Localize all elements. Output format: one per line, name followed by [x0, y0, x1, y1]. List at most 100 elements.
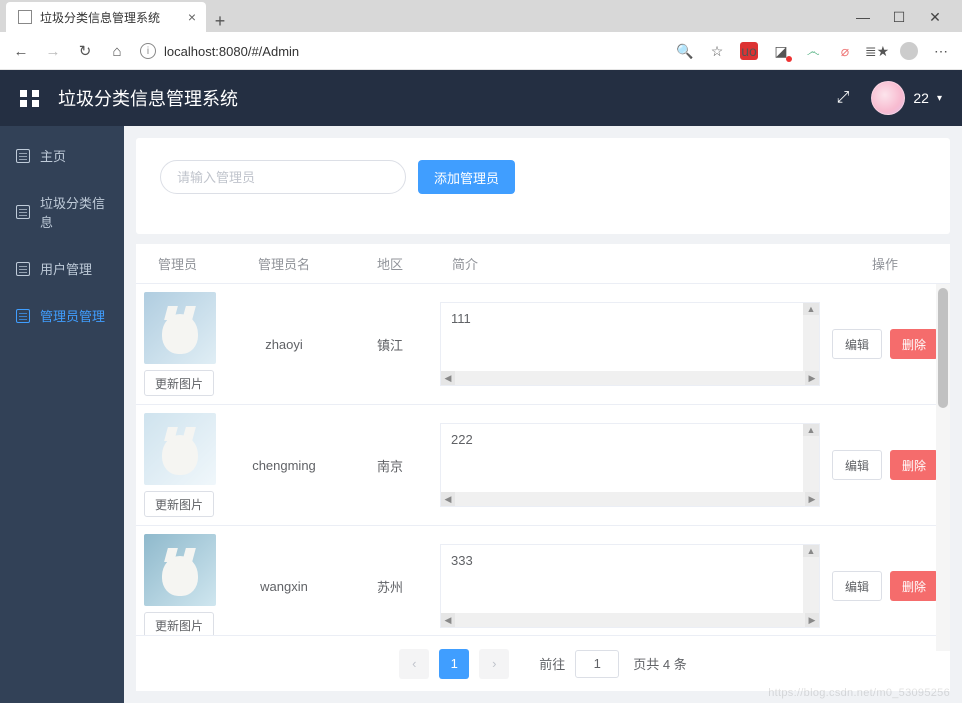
app-title: 垃圾分类信息管理系统 — [58, 85, 238, 111]
add-admin-button[interactable]: 添加管理员 — [418, 160, 515, 194]
cell-region: 镇江 — [340, 284, 440, 404]
page-icon — [18, 10, 32, 24]
th-intro: 简介 — [440, 254, 820, 273]
intro-text: 333 — [441, 545, 819, 576]
sidebar-item-users[interactable]: 用户管理 — [0, 245, 124, 292]
table-row: 更新图片 wangxin 苏州 333 ▲ ◀▶ 编辑 删除 — [136, 526, 950, 635]
scrollbar-horizontal[interactable]: ◀▶ — [441, 492, 819, 506]
address-bar: ← → ↻ ⌂ i localhost:8080/#/Admin 🔍 ☆ uo … — [0, 32, 962, 70]
toolbar-icons: 🔍 ☆ uo ◪ ෴ ⌀ ≣★ ⋯ — [676, 42, 950, 60]
extension2-icon[interactable]: ෴ — [804, 42, 822, 60]
intro-text: 222 — [441, 424, 819, 455]
scrollbar-vertical[interactable]: ▲ — [803, 303, 819, 371]
doc-icon — [16, 309, 30, 323]
scrollbar-vertical[interactable]: ▲ — [803, 545, 819, 613]
th-region: 地区 — [340, 254, 440, 273]
watermark: https://blog.csdn.net/m0_53095256 — [768, 687, 950, 699]
delete-button[interactable]: 删除 — [890, 571, 938, 601]
more-icon[interactable]: ⋯ — [932, 42, 950, 60]
adblock-icon[interactable]: uo — [740, 42, 758, 60]
refresh-icon[interactable]: ↻ — [76, 42, 94, 60]
goto-page-input[interactable] — [575, 650, 619, 678]
favorites-icon[interactable]: ≣★ — [868, 42, 886, 60]
pagination: ‹ 1 › 前往 页共 4 条 — [136, 635, 950, 691]
page-number-button[interactable]: 1 — [439, 649, 469, 679]
new-tab-button[interactable]: + — [206, 11, 234, 32]
scrollbar-horizontal[interactable]: ◀▶ — [441, 371, 819, 385]
forward-icon[interactable]: → — [44, 43, 62, 60]
doc-icon — [16, 205, 30, 219]
intro-textarea[interactable]: 222 ▲ ◀▶ — [440, 423, 820, 507]
browser-tab[interactable]: 垃圾分类信息管理系统 × — [6, 2, 206, 32]
cell-name: zhaoyi — [228, 284, 340, 404]
menu-icon[interactable] — [20, 90, 40, 107]
url-box[interactable]: i localhost:8080/#/Admin — [140, 43, 662, 59]
sidebar-item-label: 垃圾分类信息 — [40, 193, 108, 231]
sidebar-item-categories[interactable]: 垃圾分类信息 — [0, 179, 124, 245]
cell-region: 南京 — [340, 405, 440, 525]
doc-icon — [16, 262, 30, 276]
sidebar: 主页 垃圾分类信息 用户管理 管理员管理 — [0, 126, 124, 703]
delete-button[interactable]: 删除 — [890, 329, 938, 359]
table-row: 更新图片 zhaoyi 镇江 111 ▲ ◀▶ 编辑 删除 — [136, 284, 950, 405]
sidebar-item-label: 管理员管理 — [40, 306, 105, 325]
delete-button[interactable]: 删除 — [890, 450, 938, 480]
goto-label: 前往 — [539, 654, 565, 673]
table-scrollbar[interactable] — [936, 284, 950, 651]
th-op: 操作 — [820, 254, 950, 273]
fullscreen-icon[interactable]: ⤢ — [837, 89, 850, 107]
minimize-icon[interactable]: — — [854, 9, 872, 25]
table-header: 管理员 管理员名 地区 简介 操作 — [136, 244, 950, 284]
search-input[interactable] — [160, 160, 406, 194]
admin-thumbnail[interactable] — [144, 413, 216, 485]
avatar — [871, 81, 905, 115]
search-icon[interactable]: 🔍 — [676, 42, 694, 60]
sidebar-item-admins[interactable]: 管理员管理 — [0, 292, 124, 339]
site-info-icon[interactable]: i — [140, 43, 156, 59]
back-icon[interactable]: ← — [12, 43, 30, 60]
update-image-button[interactable]: 更新图片 — [144, 370, 214, 396]
window-controls: — ☐ ✕ — [836, 2, 962, 32]
doc-icon — [16, 149, 30, 163]
close-icon[interactable]: × — [188, 9, 196, 25]
th-name: 管理员名 — [228, 254, 340, 273]
next-page-button[interactable]: › — [479, 649, 509, 679]
profile-icon[interactable] — [900, 42, 918, 60]
cell-region: 苏州 — [340, 526, 440, 635]
scrollbar-horizontal[interactable]: ◀▶ — [441, 613, 819, 627]
admin-thumbnail[interactable] — [144, 292, 216, 364]
user-name: 22 — [913, 90, 929, 106]
toolbar-card: 添加管理员 — [136, 138, 950, 234]
total-label: 页共 4 条 — [633, 654, 686, 673]
intro-textarea[interactable]: 111 ▲ ◀▶ — [440, 302, 820, 386]
edit-button[interactable]: 编辑 — [832, 450, 882, 480]
table-row: 更新图片 chengming 南京 222 ▲ ◀▶ 编辑 删除 — [136, 405, 950, 526]
sidebar-item-home[interactable]: 主页 — [0, 132, 124, 179]
intro-text: 111 — [441, 303, 819, 334]
scrollbar-vertical[interactable]: ▲ — [803, 424, 819, 492]
home-icon[interactable]: ⌂ — [108, 43, 126, 60]
chevron-down-icon: ▾ — [937, 93, 942, 104]
app-header: 垃圾分类信息管理系统 ⤢ 22 ▾ — [0, 70, 962, 126]
star-icon[interactable]: ☆ — [708, 42, 726, 60]
maximize-icon[interactable]: ☐ — [890, 9, 908, 26]
extension3-icon[interactable]: ⌀ — [836, 42, 854, 60]
admin-thumbnail[interactable] — [144, 534, 216, 606]
th-admin: 管理员 — [136, 254, 228, 273]
main-content: 添加管理员 管理员 管理员名 地区 简介 操作 更新图片 zhaoyi 镇江 — [124, 126, 962, 703]
edit-button[interactable]: 编辑 — [832, 329, 882, 359]
table-body[interactable]: 更新图片 zhaoyi 镇江 111 ▲ ◀▶ 编辑 删除 — [136, 284, 950, 635]
prev-page-button[interactable]: ‹ — [399, 649, 429, 679]
browser-chrome: 垃圾分类信息管理系统 × + — ☐ ✕ ← → ↻ ⌂ i localhost… — [0, 0, 962, 70]
update-image-button[interactable]: 更新图片 — [144, 612, 214, 635]
edit-button[interactable]: 编辑 — [832, 571, 882, 601]
sidebar-item-label: 主页 — [40, 146, 66, 165]
tab-bar: 垃圾分类信息管理系统 × + — ☐ ✕ — [0, 0, 962, 32]
intro-textarea[interactable]: 333 ▲ ◀▶ — [440, 544, 820, 628]
cell-name: wangxin — [228, 526, 340, 635]
extension-icon[interactable]: ◪ — [772, 42, 790, 60]
close-window-icon[interactable]: ✕ — [926, 9, 944, 26]
url-text: localhost:8080/#/Admin — [164, 44, 299, 59]
user-menu[interactable]: 22 ▾ — [871, 81, 942, 115]
update-image-button[interactable]: 更新图片 — [144, 491, 214, 517]
